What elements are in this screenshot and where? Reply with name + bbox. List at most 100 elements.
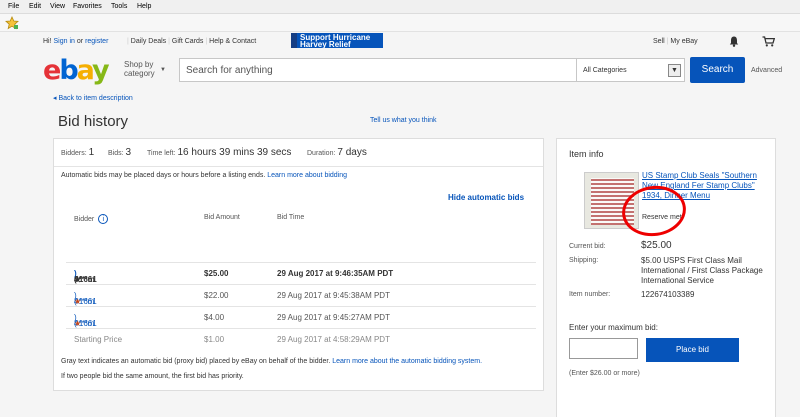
feedback-star-icon: ★ [74,297,82,306]
help-contact-link[interactable]: Help & Contact [209,38,256,45]
my-ebay-link[interactable]: My eBay [670,38,697,45]
hi-text: Hi! [43,38,52,45]
item-info-panel: Item info US Stamp Club Seals "Southern … [556,138,776,417]
bid-time-column-header: Bid Time [277,214,305,221]
min-bid-hint: (Enter $26.00 or more) [569,370,640,377]
item-info-heading: Item info [569,149,604,159]
page-title: Bid history [58,113,129,130]
browser-menubar: File Edit View Favorites Tools Help [0,0,800,14]
hide-automatic-bids-link[interactable]: Hide automatic bids [448,193,524,202]
separator: | [127,38,129,45]
bidder-header-label: Bidder [74,215,95,223]
bell-icon[interactable] [729,36,739,47]
menu-edit[interactable]: Edit [29,3,41,10]
bidder-column-header: Bidder i [74,214,109,224]
ebay-logo[interactable]: ebay [43,57,110,84]
search-button[interactable]: Search [690,57,745,83]
table-row: 4***m ( 1661 ★) $25.00 29 Aug 2017 at 9:… [66,262,536,284]
cart-icon[interactable] [762,36,775,47]
shipping-value: $5.00 USPS First Class Mail Internationa… [641,256,763,285]
favorites-star-icon[interactable] [5,16,19,30]
bid-time-cell: 29 Aug 2017 at 9:45:38AM PDT [277,291,390,300]
bidders-label: Bidders: [61,150,87,157]
chevron-down-icon[interactable]: ▼ [668,64,681,77]
menu-tools[interactable]: Tools [111,3,127,10]
bid-amount-cell: $25.00 [204,269,229,278]
category-select[interactable]: All Categories ▼ [576,58,685,82]
banner-line2: Harvey Relief [300,40,351,49]
hurricane-relief-banner[interactable]: Support Hurricane Harvey Relief [291,33,383,48]
bid-stats: Bidders: 1 Bids: 3 Time left: 16 hours 3… [54,139,543,167]
shop-by-category[interactable]: Shop by category ▼ [124,60,166,78]
bidder-cell[interactable]: 4***m ( 1661 ★) [74,269,97,284]
bidders-stat: Bidders: 1 [61,147,94,158]
greeting: Hi! Sign in or register [43,38,108,45]
time-left-stat: Time left: 16 hours 39 mins 39 secs [147,147,291,158]
bidders-count: 1 [88,147,95,158]
menu-help[interactable]: Help [137,3,151,10]
feedback-star-icon: ★ [74,275,82,284]
register-link[interactable]: register [85,38,108,45]
auto-bids-text: Automatic bids may be placed days or hou… [61,172,266,179]
shop-by-line2: category [124,69,155,78]
daily-deals-link[interactable]: Daily Deals [131,38,166,45]
info-icon[interactable]: i [98,214,109,224]
back-to-item-link[interactable]: ◂ Back to item description [53,94,133,102]
duration-stat: Duration: 7 days [307,147,367,158]
search-input[interactable]: Search for anything [179,58,577,82]
menu-view[interactable]: View [50,3,65,10]
learn-more-bidding-link[interactable]: Learn more about bidding [267,172,347,179]
bid-amount-column-header: Bid Amount [204,214,240,221]
table-row: Starting Price $1.00 29 Aug 2017 at 4:58… [66,328,536,349]
bids-count: 3 [125,147,132,158]
top-right-links: Sell | My eBay [653,38,698,45]
bidder-cell[interactable]: 4***m ( 1661 ★) [74,291,97,306]
shop-by-line1: Shop by [124,60,154,69]
current-bid-value: $25.00 [641,240,672,251]
grey-text-note: Gray text indicates an automatic bid (pr… [61,358,331,365]
gift-cards-link[interactable]: Gift Cards [172,38,204,45]
bid-time-cell: 29 Aug 2017 at 4:58:29AM PDT [277,335,390,344]
time-left-value: 16 hours 39 mins 39 secs [177,147,292,158]
feedback-star-icon: ★ [74,319,82,328]
sign-in-link[interactable]: Sign in [54,38,75,45]
bidder-cell[interactable]: 4***m ( 1661 ★) [74,313,97,328]
advanced-search-link[interactable]: Advanced [751,67,782,74]
starting-price-label: Starting Price [74,335,123,344]
bid-time-cell: 29 Aug 2017 at 9:45:27AM PDT [277,313,390,322]
auto-bids-note: Automatic bids may be placed days or hou… [61,172,347,179]
time-left-label: Time left: [147,150,176,157]
separator: | [168,38,170,45]
place-bid-button[interactable]: Place bid [646,338,739,362]
table-row: 4***m ( 1661 ★) $4.00 29 Aug 2017 at 9:4… [66,306,536,328]
favorites-bar [0,14,800,32]
item-number-value: 122674103389 [641,290,695,299]
feedback-link[interactable]: Tell us what you think [370,117,437,124]
bid-amount-cell: $1.00 [204,335,225,344]
banner-stripe [291,33,297,48]
category-selected-value: All Categories [583,67,627,74]
or-text: or [76,38,84,45]
duration-value: 7 days [337,147,367,158]
top-links: | Daily Deals | Gift Cards | Help & Cont… [127,38,256,45]
current-bid-label: Current bid: [569,243,606,250]
sell-link[interactable]: Sell [653,38,665,45]
bids-stat: Bids: 3 [108,147,131,158]
separator: | [666,38,669,45]
item-number-label: Item number: [569,291,611,298]
max-bid-label: Enter your maximum bid: [569,323,658,332]
chevron-down-icon: ▼ [160,67,166,73]
duration-label: Duration: [307,150,336,157]
ebay-page: Hi! Sign in or register | Daily Deals | … [0,32,800,417]
bid-time-cell: 29 Aug 2017 at 9:46:35AM PDT [277,269,394,278]
proxy-bid-note: Gray text indicates an automatic bid (pr… [61,358,482,365]
menu-file[interactable]: File [8,3,19,10]
bid-history-panel: Bidders: 1 Bids: 3 Time left: 16 hours 3… [53,138,544,391]
shipping-label: Shipping: [569,257,599,264]
bid-amount-cell: $4.00 [204,313,225,322]
menu-favorites[interactable]: Favorites [73,3,102,10]
back-link-label: Back to item description [58,95,133,102]
max-bid-input[interactable] [569,338,638,359]
learn-more-auto-bidding-link[interactable]: Learn more about the automatic bidding s… [332,358,482,365]
bids-label: Bids: [108,150,124,157]
